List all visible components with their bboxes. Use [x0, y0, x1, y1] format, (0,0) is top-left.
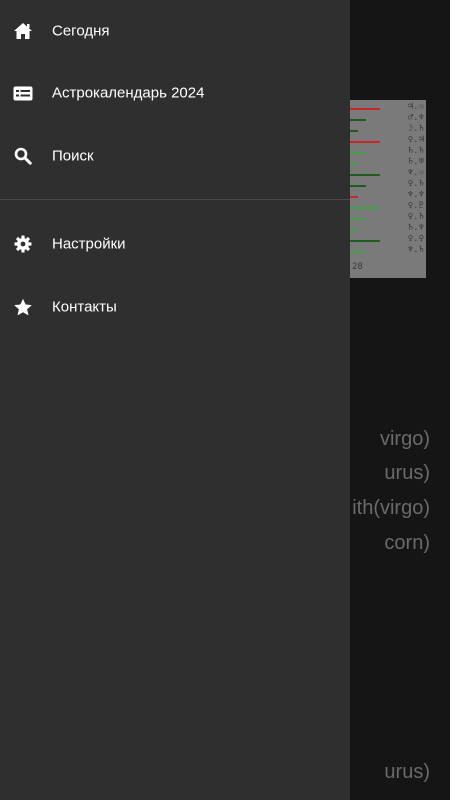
chart-row-glyph: ♀.♃	[407, 135, 424, 145]
search-icon	[12, 145, 34, 167]
chart-row-glyph: ♄.♆	[407, 223, 424, 233]
chart-row-glyph: ♀.♇	[407, 201, 424, 211]
chart-row-glyph: ♄.♅	[407, 157, 424, 167]
chart-bar	[346, 108, 380, 110]
star-icon	[12, 296, 34, 318]
chart-row: ♆.♄	[346, 245, 426, 257]
menu-item-label: Контакты	[52, 298, 117, 316]
chart-row-glyph: ♂.♆	[407, 113, 424, 123]
chart-row-glyph: ♃.☉	[407, 102, 424, 112]
menu-item-astrocalendar[interactable]: Астрокалендарь 2024	[0, 63, 350, 123]
calendar-list-icon	[12, 82, 34, 104]
menu-item-label: Настройки	[52, 235, 126, 253]
navigation-drawer: Сегодня Астрокалендарь 2024 Поиск Настро…	[0, 0, 350, 800]
chart-row-glyph: ☽.♄	[407, 124, 424, 134]
menu-item-label: Сегодня	[52, 22, 110, 40]
gear-icon	[12, 233, 34, 255]
menu-item-today[interactable]: Сегодня	[0, 1, 350, 61]
chart-row-glyph: ♀.♄	[407, 212, 424, 222]
chart-footer-label: 28	[352, 262, 363, 272]
home-icon	[12, 20, 34, 42]
menu-divider	[0, 199, 350, 200]
chart-bar	[346, 207, 380, 209]
menu-item-search[interactable]: Поиск	[0, 126, 350, 186]
menu-item-contacts[interactable]: Контакты	[0, 277, 350, 337]
chart-row-glyph: ♄.♄	[407, 146, 424, 156]
chart-bar	[346, 141, 380, 143]
menu-item-label: Астрокалендарь 2024	[52, 84, 205, 102]
menu-item-label: Поиск	[52, 147, 94, 165]
chart-row-glyph: ♀.♀	[407, 234, 424, 244]
menu-item-settings[interactable]: Настройки	[0, 214, 350, 274]
chart-bar	[346, 174, 380, 176]
chart-row-glyph: ♆.♆	[407, 190, 424, 200]
chart-row-glyph: ♀.♄	[407, 179, 424, 189]
chart-bar	[346, 240, 380, 242]
chart-row-glyph: ♆.☉	[407, 168, 424, 178]
chart-row-glyph: ♆.♄	[407, 245, 424, 255]
